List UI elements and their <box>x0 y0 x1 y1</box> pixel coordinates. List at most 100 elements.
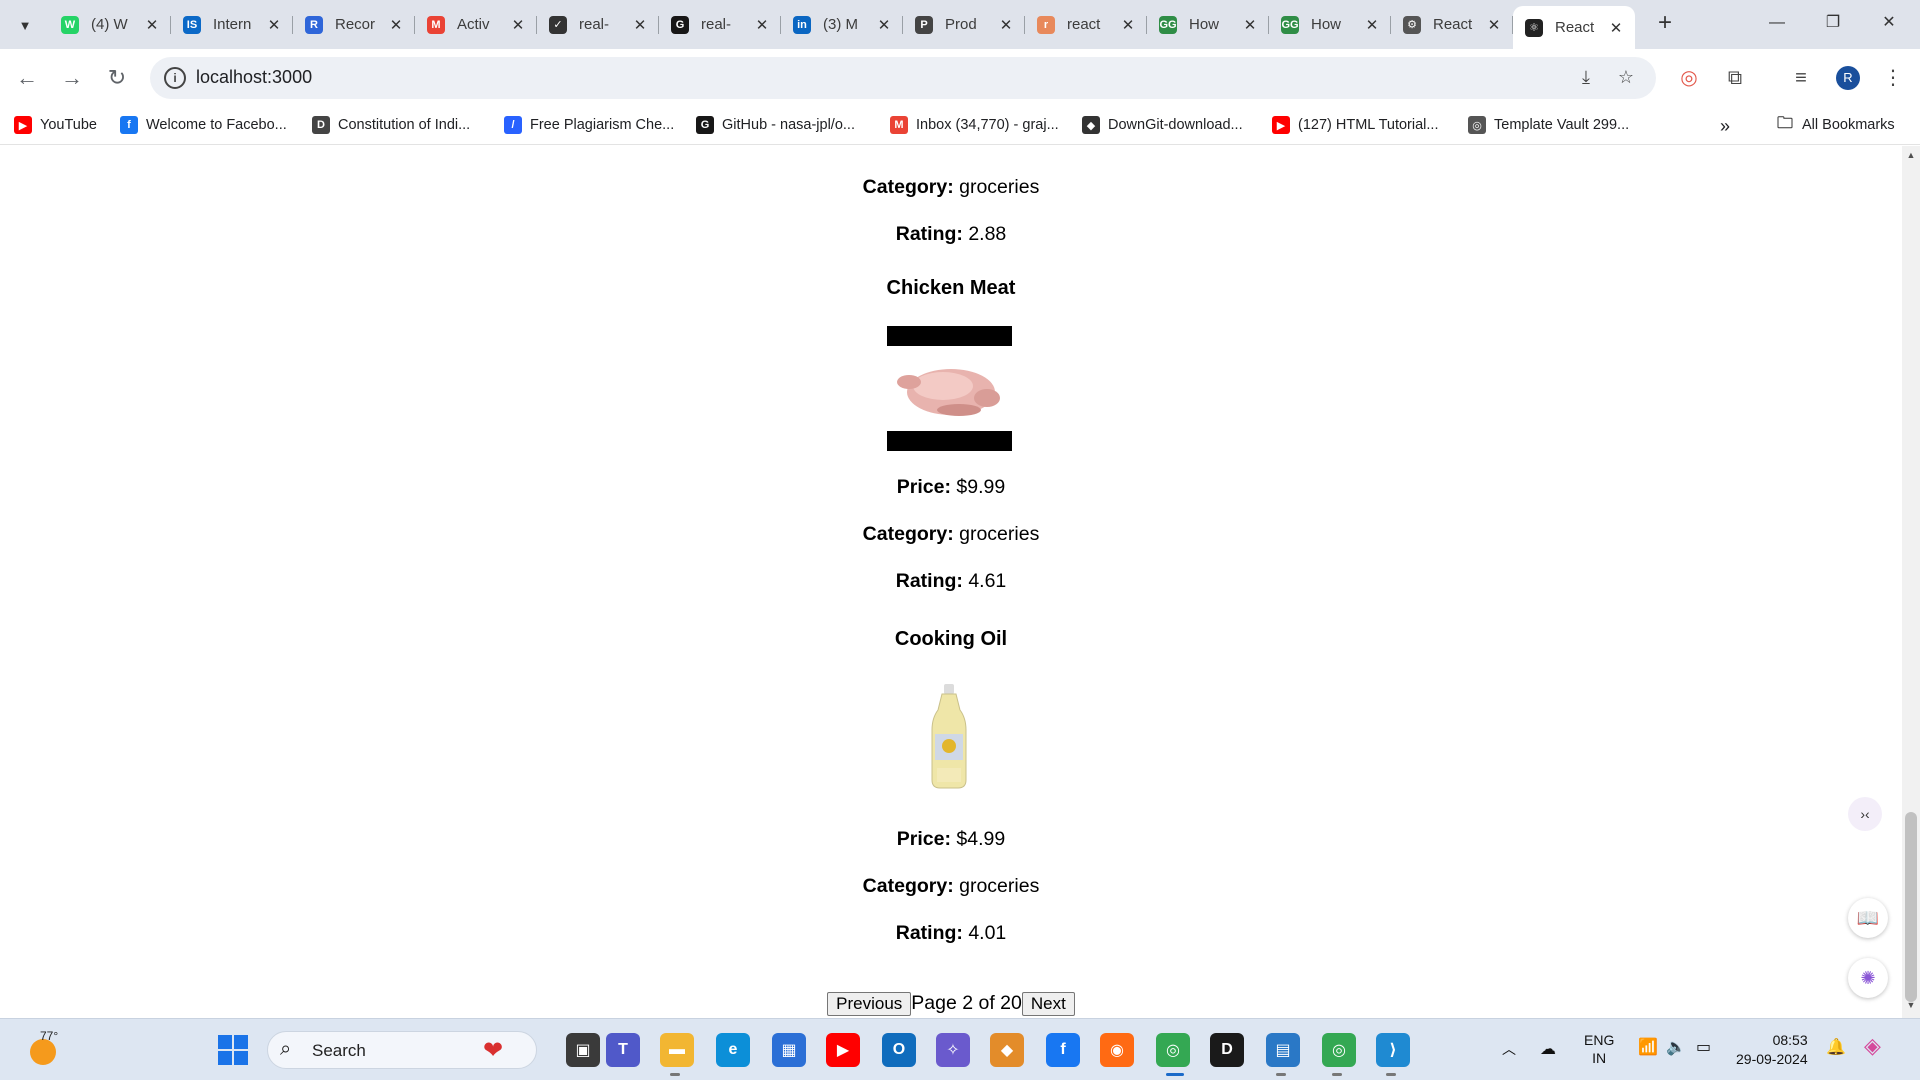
close-tab-icon[interactable]: ✕ <box>387 16 405 34</box>
onedrive-icon[interactable]: ☁ <box>1540 1039 1556 1059</box>
browser-tab[interactable]: R Recor ✕ <box>293 6 415 43</box>
media-controls-icon[interactable]: ≡ <box>1784 61 1818 95</box>
tab-title: (3) M <box>823 16 858 33</box>
copilot-icon[interactable]: ◈ <box>1864 1033 1881 1059</box>
tab-title: Recor <box>335 16 376 33</box>
language-indicator[interactable]: ENG IN <box>1584 1031 1614 1067</box>
restore-button[interactable]: ❐ <box>1808 8 1858 38</box>
bookmark-item[interactable]: f Welcome to Facebo... <box>120 116 287 134</box>
close-tab-icon[interactable]: ✕ <box>1119 16 1137 34</box>
language-code: ENG <box>1584 1032 1615 1048</box>
scrollbar-thumb[interactable] <box>1905 812 1917 1002</box>
browser-tab[interactable]: Greal- ✕ <box>659 6 781 43</box>
previous-page-button[interactable]: Previous <box>827 992 912 1016</box>
product-rating-line: Rating: 2.88 <box>0 223 1902 246</box>
product-name: Cooking Oil <box>894 628 1008 650</box>
all-bookmarks-button[interactable]: 🗀 All Bookmarks <box>1776 115 1895 134</box>
browser-tab[interactable]: r react ✕ <box>1025 6 1147 43</box>
extension-record-icon[interactable]: ◎ <box>1672 61 1706 95</box>
close-tab-icon[interactable]: ✕ <box>1363 16 1381 34</box>
browser-tab[interactable]: ⚙ React ✕ <box>1391 6 1513 43</box>
outlook-icon[interactable]: O <box>882 1033 916 1067</box>
bookmark-item[interactable]: D Constitution of Indi... <box>312 116 470 134</box>
vertical-scrollbar[interactable]: ▲ ▼ <box>1902 146 1920 1018</box>
profile-avatar[interactable]: R <box>1836 66 1860 90</box>
side-panel-handle-icon[interactable]: ›‹ <box>1848 797 1882 831</box>
reload-button[interactable]: ↻ <box>100 61 134 95</box>
browser-tab[interactable]: W (4) W ✕ <box>49 6 171 43</box>
new-tab-button[interactable]: + <box>1650 8 1680 38</box>
bookmark-favicon-icon: ▶ <box>14 116 32 134</box>
chrome-icon[interactable]: ◎ <box>1156 1033 1190 1067</box>
close-tab-icon[interactable]: ✕ <box>1607 19 1625 37</box>
firefox-icon[interactable]: ◉ <box>1100 1033 1134 1067</box>
install-app-icon[interactable]: ⤓ <box>1574 67 1598 91</box>
browser-tab[interactable]: IS Intern ✕ <box>171 6 293 43</box>
show-hidden-icons-icon[interactable]: ︿ <box>1502 1039 1516 1059</box>
tab-search-chevron-icon[interactable]: ▼ <box>10 10 40 40</box>
photos-icon[interactable]: ◆ <box>990 1033 1024 1067</box>
browser-tab[interactable]: P Prod ✕ <box>903 6 1025 43</box>
close-tab-icon[interactable]: ✕ <box>631 16 649 34</box>
minimize-button[interactable]: — <box>1752 8 1802 38</box>
browser-tab[interactable]: M Activ ✕ <box>415 6 537 43</box>
clock[interactable]: 08:53 29-09-2024 <box>1736 1031 1808 1069</box>
bookmark-item[interactable]: M Inbox (34,770) - graj... <box>890 116 1059 134</box>
browser-tab[interactable]: in (3) M ✕ <box>781 6 903 43</box>
volume-icon[interactable]: 🔈 <box>1666 1037 1686 1057</box>
site-info-icon[interactable]: i <box>164 67 186 89</box>
close-tab-icon[interactable]: ✕ <box>1485 16 1503 34</box>
close-tab-icon[interactable]: ✕ <box>265 16 283 34</box>
forward-button[interactable]: → <box>55 61 89 95</box>
close-tab-icon[interactable]: ✕ <box>997 16 1015 34</box>
back-button[interactable]: ← <box>10 61 44 95</box>
start-button[interactable] <box>218 1035 248 1065</box>
close-tab-icon[interactable]: ✕ <box>509 16 527 34</box>
browser-tab[interactable]: GG How ✕ <box>1269 6 1391 43</box>
next-page-button[interactable]: Next <box>1021 992 1075 1016</box>
address-bar[interactable]: i localhost:3000 ⤓ ☆ <box>150 57 1656 99</box>
browser-tab[interactable]: ✓ real- ✕ <box>537 6 659 43</box>
vscode-icon[interactable]: ⟩ <box>1376 1033 1410 1067</box>
reading-mode-icon[interactable]: 📖 <box>1848 898 1888 938</box>
chrome-profile-icon[interactable]: ◎ <box>1322 1033 1356 1067</box>
bookmark-item[interactable]: ◎ Template Vault 299... <box>1468 116 1629 134</box>
scroll-down-arrow-icon[interactable]: ▼ <box>1902 1000 1920 1016</box>
bookmark-item[interactable]: ▶ (127) HTML Tutorial... <box>1272 116 1438 134</box>
battery-icon[interactable]: ▭ <box>1696 1037 1711 1057</box>
browser-menu-icon[interactable]: ⋮ <box>1876 61 1910 95</box>
file-explorer-icon[interactable]: ▬ <box>660 1033 694 1067</box>
bookmark-item[interactable]: / Free Plagiarism Che... <box>504 116 674 134</box>
browser-tab[interactable]: GG How ✕ <box>1147 6 1269 43</box>
dell-icon[interactable]: D <box>1210 1033 1244 1067</box>
teams-icon[interactable]: T <box>606 1033 640 1067</box>
scroll-up-arrow-icon[interactable]: ▲ <box>1902 150 1920 166</box>
close-window-button[interactable]: ✕ <box>1864 8 1914 38</box>
bookmark-item[interactable]: ▶ YouTube <box>14 116 97 134</box>
ai-assistant-icon[interactable]: ✺ <box>1848 958 1888 998</box>
close-tab-icon[interactable]: ✕ <box>143 16 161 34</box>
store-icon[interactable]: ▦ <box>772 1033 806 1067</box>
notification-bell-icon[interactable]: 🔔 <box>1826 1037 1846 1057</box>
edge-icon[interactable]: e <box>716 1033 750 1067</box>
facebook-icon[interactable]: f <box>1046 1033 1080 1067</box>
bookmark-star-icon[interactable]: ☆ <box>1614 67 1638 91</box>
url-text[interactable]: localhost:3000 <box>196 67 312 88</box>
notepad-icon[interactable]: ▤ <box>1266 1033 1300 1067</box>
weather-widget[interactable]: 77° <box>26 1029 62 1067</box>
copilot-app-icon[interactable]: ✧ <box>936 1033 970 1067</box>
browser-tab[interactable]: ⚛ React ✕ <box>1513 6 1635 49</box>
taskbar-search[interactable]: ⌕ Search ❤ <box>267 1031 537 1069</box>
file-explorer-dark-icon[interactable]: ▣ <box>566 1033 600 1067</box>
more-bookmarks-button[interactable]: » <box>1720 116 1730 137</box>
wifi-icon[interactable]: 📶 <box>1638 1037 1658 1057</box>
bookmark-favicon-icon: M <box>890 116 908 134</box>
close-tab-icon[interactable]: ✕ <box>1241 16 1259 34</box>
bookmark-item[interactable]: G GitHub - nasa-jpl/o... <box>696 116 855 134</box>
bookmark-item[interactable]: ◆ DownGit-download... <box>1082 116 1243 134</box>
extensions-puzzle-icon[interactable]: ⧉ <box>1718 61 1752 95</box>
product-price-line: Price: $9.99 <box>0 476 1902 499</box>
youtube-icon[interactable]: ▶ <box>826 1033 860 1067</box>
close-tab-icon[interactable]: ✕ <box>753 16 771 34</box>
close-tab-icon[interactable]: ✕ <box>875 16 893 34</box>
